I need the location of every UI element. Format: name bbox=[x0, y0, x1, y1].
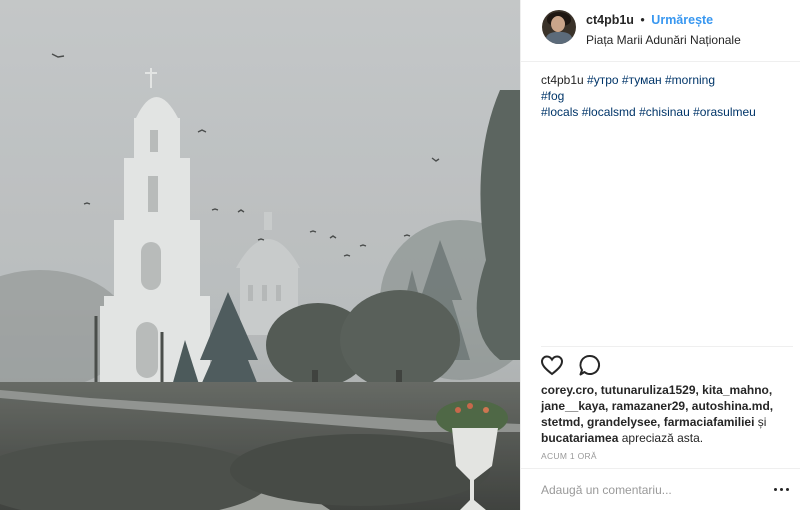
avatar[interactable] bbox=[542, 10, 576, 44]
user-line: ct4pb1u • Urmărește bbox=[586, 13, 713, 27]
avatar-body bbox=[546, 32, 572, 44]
more-options-icon[interactable] bbox=[774, 483, 790, 495]
comment-box bbox=[521, 468, 800, 510]
more-dot bbox=[780, 488, 783, 491]
caption-username[interactable]: ct4pb1u bbox=[541, 73, 584, 87]
more-dot bbox=[786, 488, 789, 491]
post-timestamp[interactable]: ACUM 1 ORĂ bbox=[541, 451, 597, 461]
post-header: ct4pb1u • Urmărește Piața Marii Adunări … bbox=[521, 0, 800, 62]
hashtag-link[interactable]: #morning bbox=[665, 73, 715, 87]
comment-input[interactable] bbox=[541, 481, 751, 499]
separator-dot: • bbox=[640, 13, 645, 27]
liked-by-last-user[interactable]: bucatariamea bbox=[541, 431, 618, 445]
location-link[interactable]: Piața Marii Adunări Naționale bbox=[586, 33, 741, 47]
avatar-face bbox=[551, 16, 565, 32]
hashtag-link[interactable]: #locals bbox=[541, 105, 578, 119]
post-sidebar: ct4pb1u • Urmărește Piața Marii Adunări … bbox=[520, 0, 800, 510]
likes-conjunction: și bbox=[757, 415, 767, 429]
likes-suffix: apreciază asta. bbox=[621, 431, 704, 445]
hashtag-link[interactable]: #fog bbox=[541, 89, 564, 103]
hashtag-link[interactable]: #утро bbox=[587, 73, 619, 87]
post-caption: ct4pb1u #утро #туман #morning #fog #loca… bbox=[541, 72, 791, 120]
username-link[interactable]: ct4pb1u bbox=[586, 13, 634, 27]
hashtag-link[interactable]: #orasulmeu bbox=[693, 105, 756, 119]
actions-divider bbox=[541, 346, 793, 347]
post-photo[interactable] bbox=[0, 0, 520, 510]
hashtag-link[interactable]: #туман bbox=[622, 73, 662, 87]
comment-icon[interactable] bbox=[577, 352, 603, 378]
more-dot bbox=[774, 488, 777, 491]
hashtag-link[interactable]: #localsmd bbox=[582, 105, 636, 119]
fog-cathedral-scene bbox=[0, 0, 520, 510]
hashtag-link[interactable]: #chisinau bbox=[639, 105, 690, 119]
follow-button[interactable]: Urmărește bbox=[651, 13, 713, 27]
likes-summary: corey.cro, tutunaruliza1529, kita_mahno,… bbox=[541, 382, 793, 446]
heart-icon[interactable] bbox=[539, 352, 565, 378]
liked-by-users[interactable]: corey.cro, tutunaruliza1529, kita_mahno,… bbox=[541, 383, 773, 429]
